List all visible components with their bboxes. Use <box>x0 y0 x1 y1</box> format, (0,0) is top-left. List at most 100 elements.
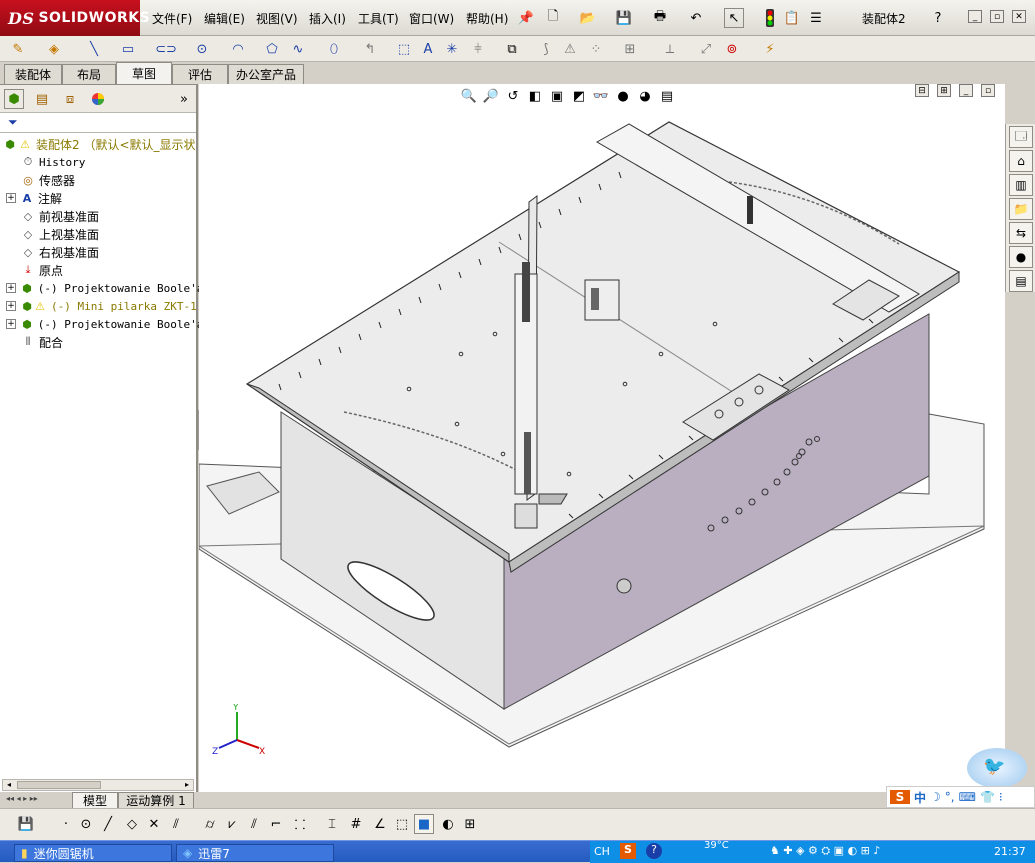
grid-snap-icon[interactable]: ⸬ <box>290 814 310 834</box>
angle-icon[interactable]: ∠ <box>370 814 390 834</box>
sogou-tray-icon[interactable]: S <box>620 843 636 859</box>
circle-icon[interactable]: ⊙ <box>76 814 96 834</box>
new-document-icon[interactable]: 🗋 <box>543 8 563 28</box>
camera-icon[interactable]: ◐ <box>438 814 458 834</box>
solidworks-logo[interactable]: DS SOLIDWORKS <box>0 0 150 36</box>
tree-item-mates[interactable]: ⫴ 配合 <box>20 333 216 351</box>
perpendicular-icon[interactable]: ⫽ <box>166 814 186 834</box>
parallel-icon[interactable]: ⫽ <box>244 814 264 834</box>
midpoint-icon[interactable]: ⩗ <box>222 814 242 834</box>
open-folder-icon[interactable]: 📂 <box>578 8 598 28</box>
pin-icon[interactable]: 📌 <box>516 8 536 28</box>
menu-tools[interactable]: 工具(T) <box>358 10 399 27</box>
feature-tree-tab-icon[interactable]: ⬢ <box>4 89 24 109</box>
select-arrow-icon[interactable]: ↖ <box>724 8 744 28</box>
sketch-icon[interactable]: ◈ <box>44 39 64 59</box>
filter-icon[interactable]: ⏷ <box>8 115 18 130</box>
slot-icon[interactable]: ⊂⊃ <box>155 39 177 59</box>
folder-icon[interactable]: 📁 <box>1009 198 1033 220</box>
arc-icon[interactable]: ◠ <box>228 39 248 59</box>
expand-toggle[interactable]: + <box>6 319 16 329</box>
cube-wireframe-icon[interactable]: ⬚ <box>392 814 412 834</box>
tree-item-top-plane[interactable]: ◇ 上视基准面 <box>20 225 216 243</box>
file-properties-icon[interactable]: 📋 <box>782 8 802 28</box>
menu-window[interactable]: 窗口(W) <box>409 10 454 27</box>
tree-item-component-1[interactable]: + ⬢ (-) Projektowanie Boole'a <box>6 279 202 297</box>
skin-icon[interactable]: 👕 <box>980 790 995 804</box>
tree-item-origin[interactable]: ⤓ 原点 <box>20 261 216 279</box>
tab-assembly[interactable]: 装配体 <box>4 64 62 84</box>
configuration-manager-tab-icon[interactable]: ⧈ <box>60 89 80 109</box>
rebuild-icon[interactable] <box>760 8 780 28</box>
tree-item-component-3[interactable]: + ⬢ (-) Projektowanie Boole'a <box>6 315 202 333</box>
expand-toggle[interactable]: + <box>6 301 16 311</box>
trim-icon[interactable]: ⫩ <box>468 39 488 59</box>
save-icon[interactable]: 💾 <box>16 814 36 834</box>
tangent-icon[interactable]: ⌭ <box>200 814 220 834</box>
polygon-icon[interactable]: ◇ <box>122 814 142 834</box>
sogou-s-icon[interactable]: S <box>890 790 910 804</box>
ime-toolbar[interactable]: S 中 ☽ °, ⌨ 👕 ⁝ <box>886 786 1035 808</box>
offset-icon[interactable]: ⟆ <box>536 39 556 59</box>
circle-icon[interactable]: ⊙ <box>192 39 212 59</box>
ellipse-icon[interactable]: ⬯ <box>324 39 344 59</box>
minimize-icon[interactable]: _ <box>968 10 982 23</box>
point-icon[interactable]: · <box>56 814 76 834</box>
scroll-thumb[interactable] <box>17 781 101 789</box>
menu-file[interactable]: 文件(F) <box>152 10 192 27</box>
custom-properties-icon[interactable]: ▤ <box>1009 270 1033 292</box>
line-icon[interactable]: ╲ <box>84 39 104 59</box>
resources-icon[interactable]: 🗔 <box>1009 126 1033 148</box>
bird-widget[interactable]: 🐦 <box>967 748 1027 788</box>
grid-icon[interactable]: # <box>346 814 366 834</box>
tab-scroll-arrows-icon[interactable]: ◂◂ ◂ ▸ ▸▸ <box>6 794 70 806</box>
display-relations-icon[interactable]: ⟂ <box>660 39 680 59</box>
restore-icon[interactable]: ▫ <box>990 10 1004 23</box>
print-icon[interactable]: 🖶 <box>650 8 670 28</box>
tab-motion-study[interactable]: 运动算例 1 <box>118 792 194 808</box>
language-indicator[interactable]: CH <box>594 845 610 858</box>
tree-root[interactable]: ⬢ ⚠ 装配体2 （默认<默认_显示状 <box>2 135 198 153</box>
table-icon[interactable]: ⊞ <box>460 814 480 834</box>
line-icon[interactable]: ╱ <box>98 814 118 834</box>
tree-filter-bar[interactable]: ⏷ <box>0 113 196 133</box>
moon-icon[interactable]: ☽ <box>930 790 941 804</box>
repair-sketch-icon[interactable]: ⤢ <box>696 39 716 59</box>
expand-toggle[interactable]: + <box>6 283 16 293</box>
quick-snaps-icon[interactable]: ⊚ <box>722 39 742 59</box>
tab-evaluate[interactable]: 评估 <box>172 64 228 84</box>
spline-icon[interactable]: ∿ <box>288 39 308 59</box>
smart-dimension-icon[interactable]: ✎ <box>8 39 28 59</box>
menu-insert[interactable]: 插入(I) <box>309 10 346 27</box>
plane-icon[interactable]: ⬚ <box>394 39 414 59</box>
menu-help[interactable]: 帮助(H) <box>466 10 508 27</box>
file-explorer-icon[interactable]: ▥ <box>1009 174 1033 196</box>
design-library-icon[interactable]: ⌂ <box>1009 150 1033 172</box>
keyboard-icon[interactable]: ⌨ <box>959 790 976 804</box>
rectangle-icon[interactable]: ▭ <box>118 39 138 59</box>
tree-horizontal-scrollbar[interactable]: ◂ ▸ <box>2 779 194 791</box>
ime-mode-label[interactable]: 中 <box>914 789 926 806</box>
menu-edit[interactable]: 编辑(E) <box>204 10 245 27</box>
tree-item-sensors[interactable]: ◎ 传感器 <box>20 171 216 189</box>
tree-item-history[interactable]: ⏱ History <box>20 153 216 171</box>
save-icon[interactable]: 💾 <box>614 8 634 28</box>
rapid-sketch-icon[interactable]: ⚡ <box>760 39 780 59</box>
dimension-icon[interactable]: ⌶ <box>322 814 342 834</box>
corner-icon[interactable]: ⌐ <box>266 814 286 834</box>
tree-item-component-2[interactable]: + ⬢ ⚠ (-) Mini pilarka ZKT-1 <box>6 297 202 315</box>
taskbar-item-saw[interactable]: ▮ 迷你圆锯机 <box>14 844 172 862</box>
polygon-icon[interactable]: ⬠ <box>262 39 282 59</box>
options-icon[interactable]: ☰ <box>806 8 826 28</box>
tools-icon[interactable]: ⁝ <box>999 790 1003 804</box>
expand-toggle[interactable]: + <box>6 193 16 203</box>
graphics-viewport[interactable]: 🔍 🔎 ↺ ◧ ▣ ◩ 👓 ● ◕ ▤ ⊟ ⊞ _ ▫ Y X Z 🐦 <box>199 84 1027 792</box>
tab-office-products[interactable]: 办公室产品 <box>228 64 304 84</box>
display-manager-tab-icon[interactable] <box>88 89 108 109</box>
move-entities-icon[interactable]: ⊞ <box>620 39 640 59</box>
close-icon[interactable]: ✕ <box>1012 10 1026 23</box>
mirror-icon[interactable]: ⚠ <box>560 39 580 59</box>
view-palette-icon[interactable]: ⇆ <box>1009 222 1033 244</box>
convert-entities-icon[interactable]: ⧉ <box>502 39 522 59</box>
text-icon[interactable]: A <box>418 39 438 59</box>
